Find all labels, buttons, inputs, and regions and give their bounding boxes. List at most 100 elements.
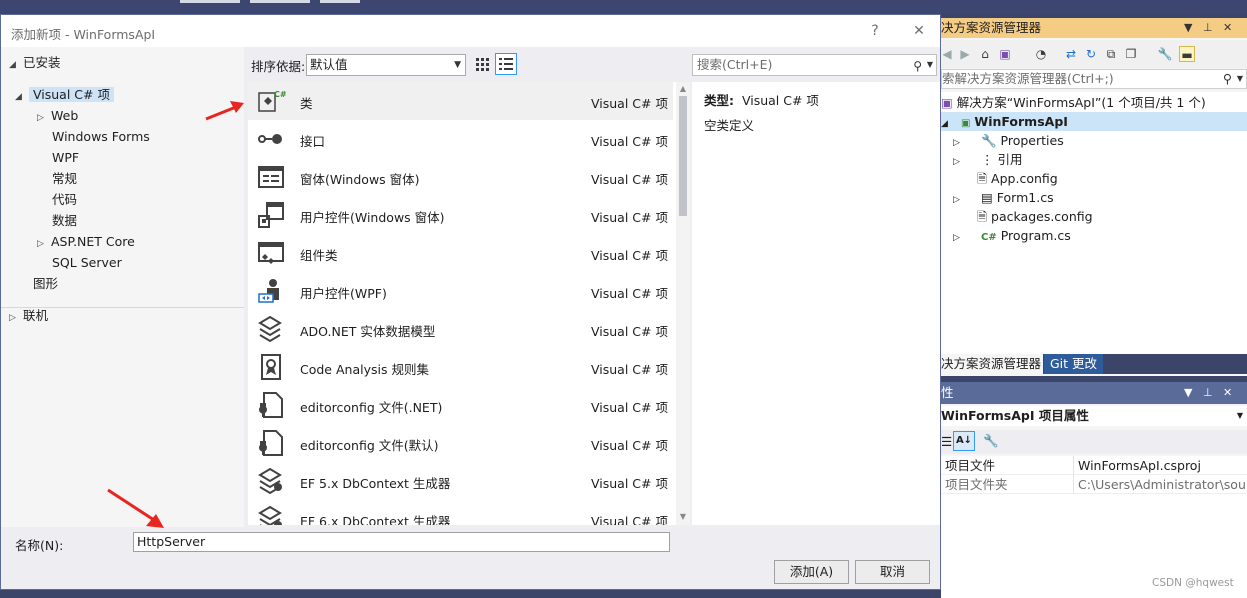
list-item[interactable]: editorconfig 文件(默认) Visual C# 项 <box>248 424 673 462</box>
expand-icon[interactable]: ▷ <box>37 108 51 128</box>
show-all-files-icon[interactable]: ❐ <box>1123 46 1139 62</box>
solution-tree: ▣ 解决方案“WinFormsApI”(1 个项目/共 1 个) ◢ ▣ Win… <box>941 92 1247 354</box>
tree-node-sql-server[interactable]: SQL Server <box>52 253 122 273</box>
project-node[interactable]: ◢ ▣ WinFormsApI <box>941 112 1247 131</box>
small-icons-view-button[interactable] <box>471 53 493 75</box>
refresh-icon[interactable]: ↻ <box>1083 46 1099 62</box>
list-item[interactable]: Code Analysis 规则集 Visual C# 项 <box>248 348 673 386</box>
tab-solution-explorer[interactable]: 决方案资源管理器 <box>941 354 1044 374</box>
config-file-icon <box>256 429 286 457</box>
tree-node-installed[interactable]: ◢ 已安装 <box>9 53 61 73</box>
ruleset-icon <box>256 353 286 381</box>
panel-title: 性 <box>941 385 954 400</box>
wrench-icon[interactable]: 🔧 <box>1157 46 1173 62</box>
list-item[interactable]: C# 类 Visual C# 项 <box>248 82 673 120</box>
list-item[interactable]: 用户控件(Windows 窗体) Visual C# 项 <box>248 196 673 234</box>
solution-node[interactable]: ▣ 解决方案“WinFormsApI”(1 个项目/共 1 个) <box>941 93 1247 112</box>
list-item[interactable]: 窗体(Windows 窗体) Visual C# 项 <box>248 158 673 196</box>
search-icon[interactable]: ⚲ <box>913 56 922 76</box>
forward-icon[interactable]: ▶ <box>957 46 973 62</box>
alphabetical-icon[interactable]: A↓ <box>953 431 975 451</box>
list-view-button[interactable] <box>495 53 517 75</box>
cancel-button[interactable]: 取消 <box>855 560 930 584</box>
list-item[interactable]: ADO.NET 实体数据模型 Visual C# 项 <box>248 310 673 348</box>
tree-node-aspnet-core[interactable]: ▷ ASP.NET Core <box>37 232 135 252</box>
tree-node-properties[interactable]: ▷ 🔧 Properties <box>953 131 1064 150</box>
solution-explorer-panel: 决方案资源管理器 ▼ ⊥ ✕ ◀ ▶ ⌂ ▣ ◔ ⇄ ↻ ⧉ ❐ 🔧 ▬ 索解决… <box>941 18 1247 376</box>
solution-explorer-search[interactable]: 索解决方案资源管理器(Ctrl+;) ⚲ ▼ <box>941 69 1247 89</box>
list-item[interactable]: EF 5.x DbContext 生成器 Visual C# 项 <box>248 462 673 500</box>
property-row[interactable]: 项目文件夹 C:\Users\Administrator\sou <box>941 475 1247 494</box>
tree-node-windows-forms[interactable]: Windows Forms <box>52 127 150 147</box>
preview-icon[interactable]: ▬ <box>1179 46 1195 62</box>
config-file-icon: 🗎 <box>977 171 988 186</box>
list-item[interactable]: 组件类 Visual C# 项 <box>248 234 673 272</box>
tree-node-form1[interactable]: ▷ ▤ Form1.cs <box>953 188 1054 207</box>
home-icon[interactable]: ⌂ <box>977 46 993 62</box>
tree-node-app-config[interactable]: 🗎 App.config <box>977 169 1058 188</box>
wpf-user-control-icon <box>256 277 286 305</box>
expand-icon[interactable]: ▷ <box>953 191 977 210</box>
tree-node-general[interactable]: 常规 <box>52 169 77 189</box>
switch-views-icon[interactable]: ▣ <box>997 46 1013 62</box>
tree-node-data[interactable]: 数据 <box>52 211 77 231</box>
tree-node-wpf[interactable]: WPF <box>52 148 79 168</box>
search-icon[interactable]: ⚲ <box>1223 70 1232 88</box>
close-icon[interactable]: ✕ <box>1223 382 1232 404</box>
data-model-icon <box>256 315 286 343</box>
tree-node-references[interactable]: ▷ ⋮ 引用 <box>953 150 1022 169</box>
csharp-file-icon: C# <box>980 232 997 243</box>
class-icon: C# <box>256 87 286 115</box>
solution-explorer-toolbar: ◀ ▶ ⌂ ▣ ◔ ⇄ ↻ ⧉ ❐ 🔧 ▬ <box>941 40 1247 68</box>
tree-node-visual-csharp[interactable]: ◢ Visual C# 项 <box>15 85 114 105</box>
wrench-icon: 🔧 <box>980 133 997 148</box>
tree-node-graphics[interactable]: 图形 <box>33 274 58 294</box>
scrollbar-thumb[interactable] <box>679 96 687 216</box>
scroll-up-icon[interactable]: ▲ <box>678 84 688 93</box>
chevron-down-icon[interactable]: ▼ <box>927 55 933 75</box>
help-button[interactable]: ? <box>863 21 887 41</box>
chevron-down-icon[interactable]: ▼ <box>1184 382 1192 404</box>
watermark: CSDN @hqwest <box>1152 577 1234 589</box>
tree-node-online[interactable]: ▷ 联机 <box>9 306 48 326</box>
template-list-scrollbar[interactable]: ▲ ▼ <box>676 82 690 525</box>
add-button[interactable]: 添加(A) <box>774 560 849 584</box>
list-item[interactable]: editorconfig 文件(.NET) Visual C# 项 <box>248 386 673 424</box>
list-item[interactable]: 接口 Visual C# 项 <box>248 120 673 158</box>
name-label: 名称(N): <box>15 538 64 553</box>
tree-node-program[interactable]: ▷ C# Program.cs <box>953 226 1071 245</box>
tree-node-packages-config[interactable]: 🗎 packages.config <box>977 207 1093 226</box>
generator-icon <box>256 505 286 525</box>
scroll-down-icon[interactable]: ▼ <box>678 512 688 521</box>
collapse-icon[interactable]: ◢ <box>9 55 23 75</box>
chevron-down-icon[interactable]: ▼ <box>1237 70 1243 88</box>
name-input[interactable]: HttpServer <box>133 532 670 552</box>
expand-icon[interactable]: ▷ <box>953 153 977 172</box>
expand-icon[interactable]: ▷ <box>37 234 51 254</box>
list-item[interactable]: EF 6.x DbContext 生成器 Visual C# 项 <box>248 500 673 525</box>
dialog-title: 添加新项 - WinFormsApI <box>11 27 156 42</box>
expand-icon[interactable]: ▷ <box>953 229 977 248</box>
tree-node-code[interactable]: 代码 <box>52 190 77 210</box>
collapse-all-icon[interactable]: ⧉ <box>1103 46 1119 62</box>
properties-object-selector[interactable]: WinFormsApI 项目属性 ▼ <box>941 406 1247 426</box>
collapse-icon[interactable]: ◢ <box>15 87 29 107</box>
pin-icon[interactable]: ⊥ <box>1203 382 1213 404</box>
chevron-down-icon[interactable]: ▼ <box>1184 18 1192 38</box>
expand-icon[interactable]: ▷ <box>9 308 23 328</box>
pin-icon[interactable]: ⊥ <box>1203 18 1213 38</box>
close-icon[interactable]: ✕ <box>1223 18 1232 38</box>
wrench-icon[interactable]: 🔧 <box>983 433 999 449</box>
pending-changes-icon[interactable]: ◔ <box>1033 46 1049 62</box>
close-button[interactable]: ✕ <box>907 21 931 41</box>
categorized-icon[interactable]: ☰ <box>941 434 952 449</box>
list-item[interactable]: 用户控件(WPF) Visual C# 项 <box>248 272 673 310</box>
property-row[interactable]: 项目文件 WinFormsApI.csproj <box>941 456 1247 475</box>
sync-icon[interactable]: ⇄ <box>1063 46 1079 62</box>
template-search-input[interactable]: 搜索(Ctrl+E) ⚲ ▼ <box>692 54 937 76</box>
sort-dropdown[interactable]: 默认值 ▼ <box>306 54 466 76</box>
tab-git-changes[interactable]: Git 更改 <box>1044 354 1104 374</box>
back-icon[interactable]: ◀ <box>939 46 955 62</box>
dialog-titlebar: 添加新项 - WinFormsApI ? ✕ <box>1 15 940 47</box>
tree-node-web[interactable]: ▷ Web <box>37 106 78 126</box>
